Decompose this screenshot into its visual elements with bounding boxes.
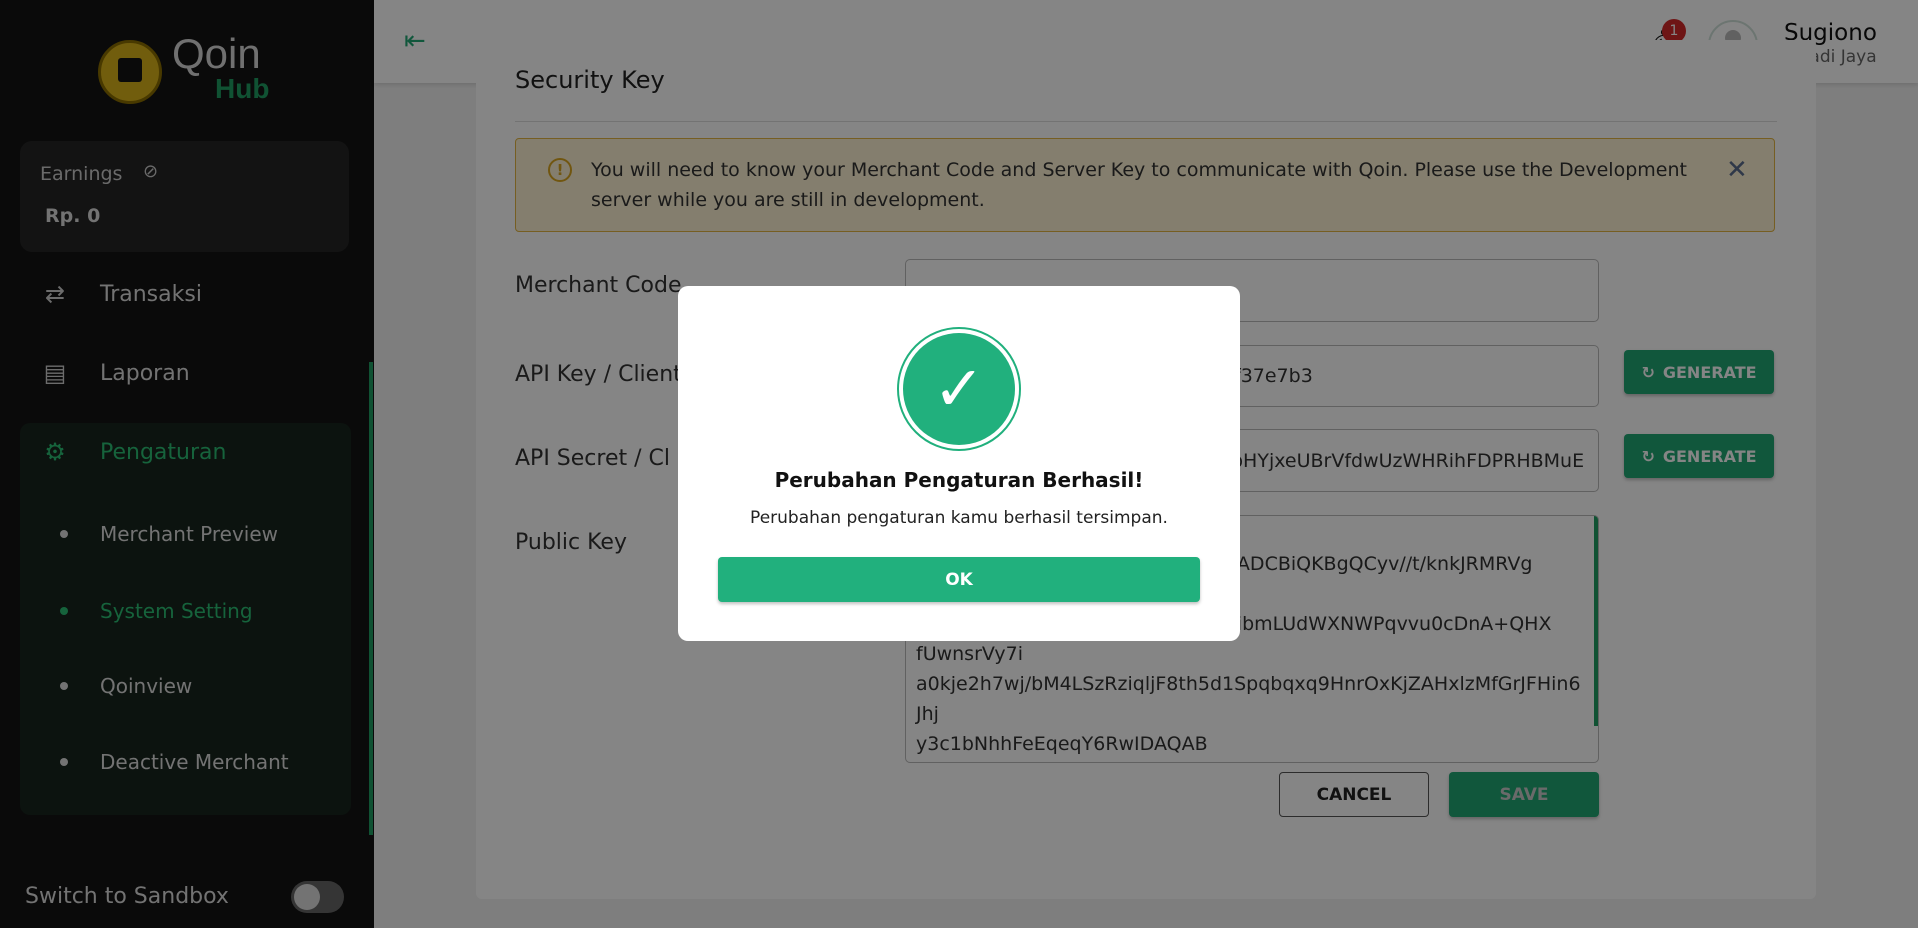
dialog-message: Perubahan pengaturan kamu berhasil tersi… bbox=[750, 508, 1168, 528]
success-ring: ✓ bbox=[897, 327, 1021, 451]
check-icon: ✓ bbox=[903, 333, 1015, 445]
ok-button[interactable]: OK bbox=[718, 557, 1200, 602]
success-dialog: ✓ Perubahan Pengaturan Berhasil! Perubah… bbox=[678, 286, 1240, 641]
dialog-title: Perubahan Pengaturan Berhasil! bbox=[774, 468, 1144, 492]
